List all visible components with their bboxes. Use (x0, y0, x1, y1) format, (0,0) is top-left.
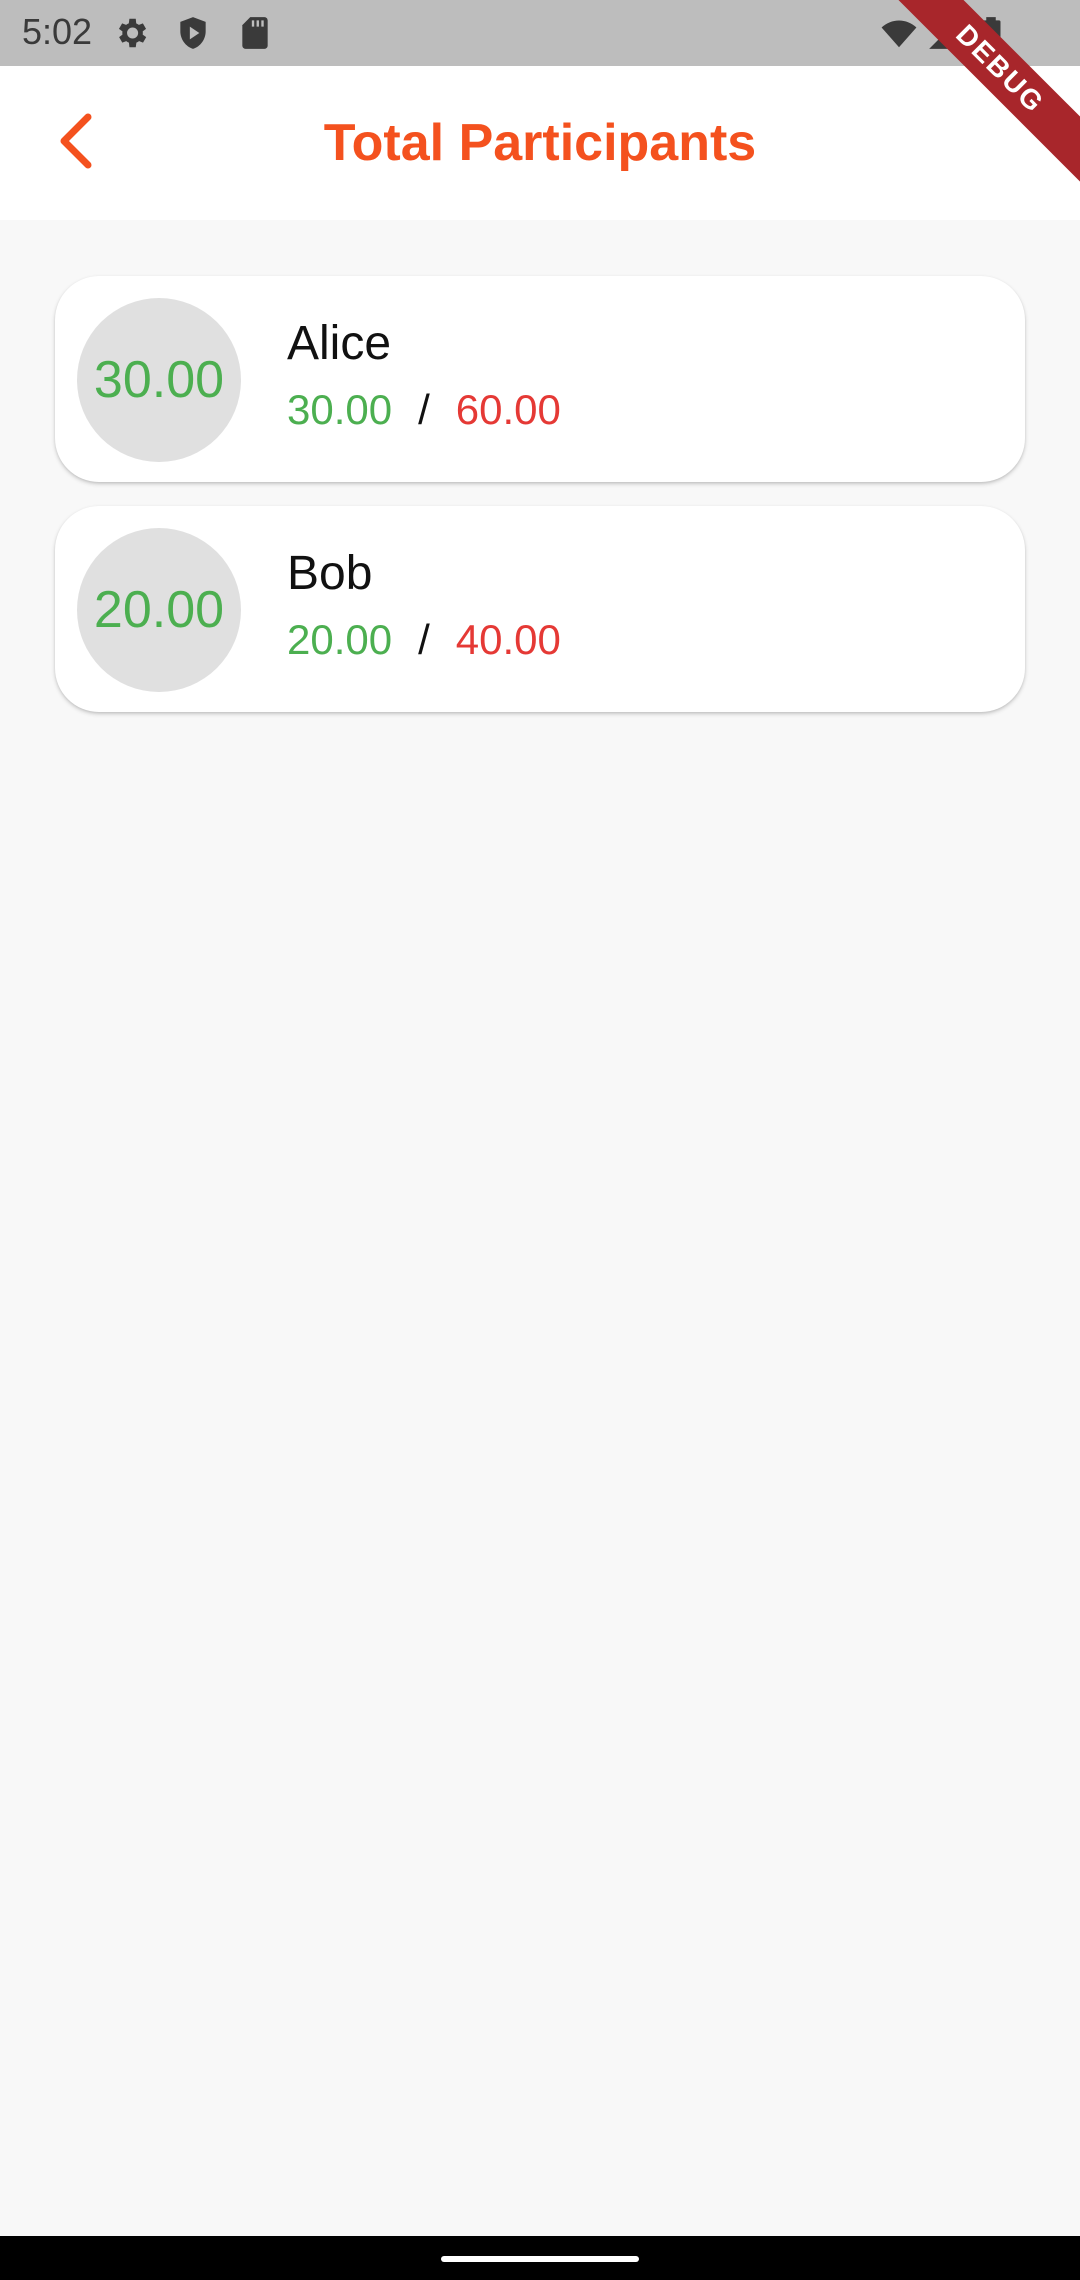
avatar: 30.00 (77, 298, 241, 462)
participant-card-alice[interactable]: 30.00 Alice 30.00 / 60.00 (55, 276, 1025, 482)
total-amount: 40.00 (455, 616, 561, 663)
sd-card-icon (236, 14, 274, 52)
total-amount: 60.00 (455, 386, 561, 433)
system-nav-bar (0, 2236, 1080, 2280)
app-bar: Total Participants (0, 66, 1080, 220)
participant-card-bob[interactable]: 20.00 Bob 20.00 / 40.00 (55, 506, 1025, 712)
participant-list: 30.00 Alice 30.00 / 60.00 20.00 Bob 20.0… (55, 276, 1025, 736)
participant-name: Alice (287, 317, 392, 370)
gear-icon (112, 14, 150, 52)
amount-separator: / (418, 386, 430, 433)
participant-amounts: 20.00 / 40.00 (287, 616, 561, 664)
page-title: Total Participants (323, 114, 757, 172)
amount-separator: / (418, 616, 430, 663)
paid-amount: 30.00 (287, 386, 393, 433)
status-time: 5:02 (22, 11, 93, 52)
paid-amount: 20.00 (287, 616, 393, 663)
participant-name: Bob (287, 547, 373, 600)
avatar: 20.00 (77, 528, 241, 692)
chevron-left-icon (52, 111, 102, 176)
participant-amounts: 30.00 / 60.00 (287, 386, 561, 434)
back-button[interactable] (40, 106, 114, 180)
wifi-icon (880, 14, 918, 52)
shield-play-icon (174, 14, 212, 52)
home-indicator[interactable] (441, 2256, 639, 2262)
